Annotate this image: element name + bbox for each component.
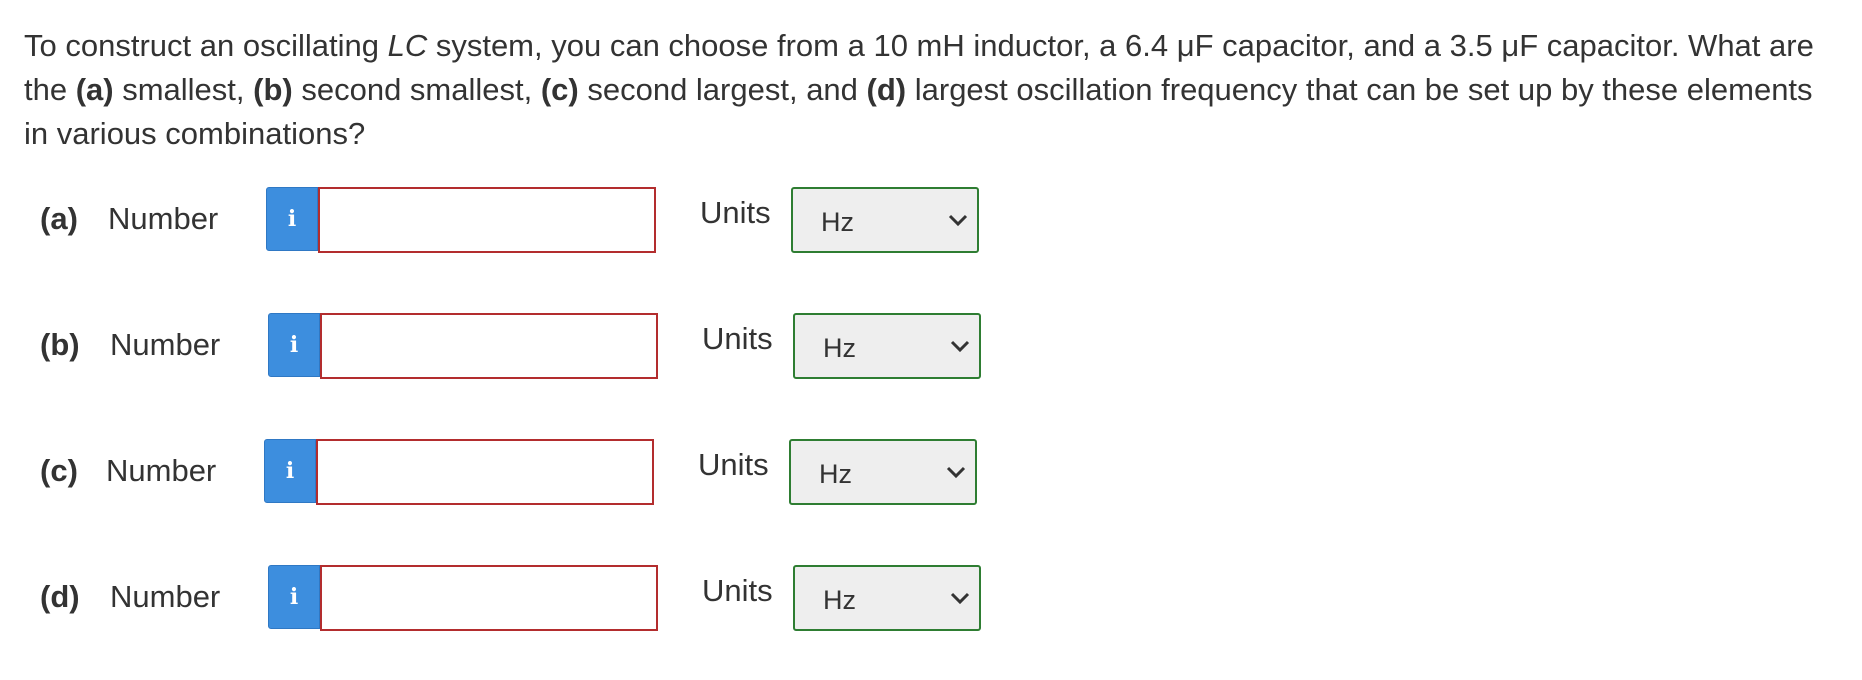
part-label-c: (c): [40, 453, 78, 488]
question-part-c-tag: (c): [540, 72, 579, 107]
chevron-down-icon: [950, 340, 970, 353]
number-label-b: Number: [110, 327, 221, 362]
units-selected-value-c: Hz: [819, 459, 852, 489]
units-label-a: Units: [700, 195, 771, 230]
question-segment: To construct an oscillating: [24, 28, 388, 63]
units-select-d[interactable]: Hz: [793, 565, 981, 631]
question-lc-term: LC: [387, 28, 428, 63]
part-label-a: (a): [40, 201, 78, 236]
info-icon[interactable]: i: [266, 187, 318, 251]
chevron-down-icon: [950, 592, 970, 605]
number-input-c[interactable]: [316, 439, 654, 505]
units-select-a[interactable]: Hz: [791, 187, 979, 253]
question-segment: second largest, and: [578, 72, 867, 107]
question-part-b-tag: (b): [253, 72, 293, 107]
number-input-a[interactable]: [318, 187, 656, 253]
units-label-b: Units: [702, 321, 773, 356]
info-icon[interactable]: i: [268, 313, 320, 377]
units-label-c: Units: [698, 447, 769, 482]
units-selected-value-b: Hz: [823, 333, 856, 363]
number-input-d[interactable]: [320, 565, 658, 631]
chevron-down-icon: [948, 214, 968, 227]
part-label-b: (b): [40, 327, 80, 362]
question-segment: smallest,: [113, 72, 254, 107]
chevron-down-icon: [946, 466, 966, 479]
question-part-d-tag: (d): [866, 72, 907, 107]
units-select-c[interactable]: Hz: [789, 439, 977, 505]
part-label-d: (d): [40, 579, 80, 614]
question-segment: second smallest,: [292, 72, 541, 107]
units-selected-value-d: Hz: [823, 585, 856, 615]
number-input-b[interactable]: [320, 313, 658, 379]
units-select-b[interactable]: Hz: [793, 313, 981, 379]
info-icon[interactable]: i: [268, 565, 320, 629]
info-icon[interactable]: i: [264, 439, 316, 503]
question-text: To construct an oscillating LC system, y…: [24, 24, 1844, 156]
number-label-a: Number: [108, 201, 219, 236]
number-label-d: Number: [110, 579, 221, 614]
units-selected-value-a: Hz: [821, 207, 854, 237]
number-label-c: Number: [106, 453, 217, 488]
question-part-a-tag: (a): [75, 72, 114, 107]
units-label-d: Units: [702, 573, 773, 608]
